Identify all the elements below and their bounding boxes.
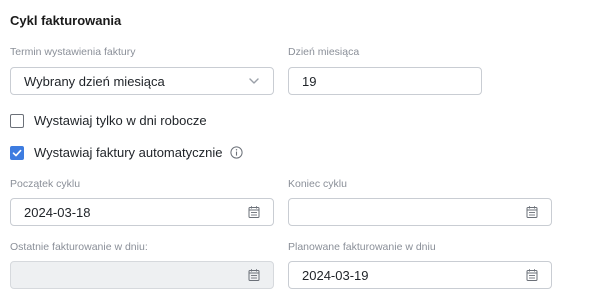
planned-invoicing-label: Planowane fakturowanie w dniu bbox=[288, 241, 436, 253]
day-of-month-label: Dzień miesiąca bbox=[288, 46, 360, 58]
auto-invoice-option[interactable]: Wystawiaj faktury automatycznie bbox=[10, 145, 244, 160]
chevron-down-icon bbox=[247, 74, 261, 88]
day-of-month-input[interactable]: 19 bbox=[288, 67, 482, 95]
cycle-end-input[interactable] bbox=[288, 198, 552, 226]
workdays-only-option[interactable]: Wystawiaj tylko w dni robocze bbox=[10, 113, 207, 128]
cycle-start-label: Początek cyklu bbox=[10, 178, 81, 190]
workdays-only-label: Wystawiaj tylko w dni robocze bbox=[34, 113, 207, 128]
billing-term-select[interactable]: Wybrany dzień miesiąca bbox=[10, 67, 274, 95]
cycle-end-label: Koniec cyklu bbox=[288, 178, 347, 190]
cycle-start-input[interactable]: 2024-03-18 bbox=[10, 198, 274, 226]
last-invoicing-label: Ostatnie fakturowanie w dniu: bbox=[10, 241, 148, 253]
calendar-icon bbox=[247, 268, 261, 282]
auto-invoice-checkbox[interactable] bbox=[10, 145, 24, 160]
section-title: Cykl fakturowania bbox=[10, 13, 122, 28]
auto-invoice-label: Wystawiaj faktury automatycznie bbox=[34, 145, 223, 160]
calendar-icon[interactable] bbox=[525, 268, 539, 282]
day-of-month-value: 19 bbox=[302, 73, 317, 89]
billing-term-label: Termin wystawienia faktury bbox=[10, 46, 136, 58]
info-icon[interactable] bbox=[230, 146, 244, 159]
billing-term-value: Wybrany dzień miesiąca bbox=[24, 73, 165, 89]
last-invoicing-input bbox=[10, 261, 274, 289]
planned-invoicing-value: 2024-03-19 bbox=[302, 267, 369, 283]
checkmark-icon bbox=[12, 149, 22, 156]
calendar-icon[interactable] bbox=[247, 205, 261, 219]
calendar-icon[interactable] bbox=[525, 205, 539, 219]
planned-invoicing-input[interactable]: 2024-03-19 bbox=[288, 261, 552, 289]
cycle-start-value: 2024-03-18 bbox=[24, 204, 91, 220]
workdays-only-checkbox[interactable] bbox=[10, 113, 24, 128]
